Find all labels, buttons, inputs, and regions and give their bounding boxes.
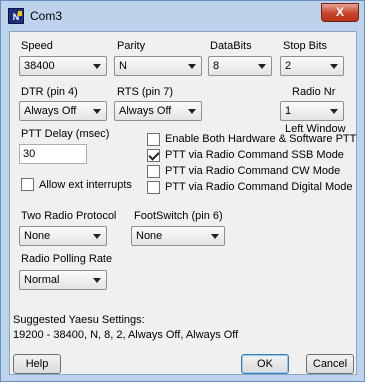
rts-value: Always Off: [119, 105, 172, 117]
option-checkbox-3[interactable]: [147, 181, 160, 194]
suggested-title: Suggested Yaesu Settings:: [13, 314, 145, 326]
polling-label: Radio Polling Rate: [21, 253, 113, 265]
allow-interrupts-checkbox[interactable]: [21, 178, 34, 191]
option-label-3: PTT via Radio Command Digital Mode: [165, 181, 353, 193]
chevron-down-icon: [330, 64, 338, 69]
speed-label: Speed: [21, 40, 53, 52]
parity-label: Parity: [117, 40, 146, 52]
title-bar: N Com3 X: [1, 1, 364, 31]
rts-select[interactable]: Always Off: [114, 101, 202, 121]
speed-select[interactable]: 38400: [19, 56, 107, 76]
speed-value: 38400: [24, 60, 55, 72]
window-title: Com3: [30, 9, 63, 23]
dtr-label: DTR (pin 4): [21, 86, 78, 98]
footswitch-select[interactable]: None: [131, 226, 225, 246]
option-checkbox-1[interactable]: [147, 149, 160, 162]
two-radio-value: None: [24, 230, 51, 242]
databits-value: 8: [213, 60, 220, 72]
dtr-select[interactable]: Always Off: [19, 101, 107, 121]
two-radio-label: Two Radio Protocol: [21, 210, 117, 222]
radio-nr-label: Radio Nr: [292, 86, 336, 98]
databits-select[interactable]: 8: [208, 56, 272, 76]
parity-select[interactable]: N: [114, 56, 202, 76]
option-label-1: PTT via Radio Command SSB Mode: [165, 149, 344, 161]
databits-label: DataBits: [210, 40, 252, 52]
polling-select[interactable]: Normal: [19, 270, 107, 290]
chevron-down-icon: [93, 278, 101, 283]
chevron-down-icon: [93, 234, 101, 239]
cancel-button[interactable]: Cancel: [306, 354, 354, 374]
ok-button[interactable]: OK: [241, 354, 289, 374]
radio-nr-value: 1: [285, 105, 292, 117]
com-settings-window: N Com3 X Speed 38400 Parity N DataBits 8…: [0, 0, 365, 382]
chevron-down-icon: [258, 64, 266, 69]
ptt-delay-label: PTT Delay (msec): [21, 128, 110, 140]
chevron-down-icon: [93, 64, 101, 69]
rts-label: RTS (pin 7): [117, 86, 174, 98]
chevron-down-icon: [188, 64, 196, 69]
dialog-body: Speed 38400 Parity N DataBits 8 Stop Bit…: [9, 31, 357, 375]
option-label-0: Enable Both Hardware & Software PTT: [165, 133, 357, 145]
suggested-text: 19200 - 38400, N, 8, 2, Always Off, Alwa…: [13, 329, 239, 341]
parity-value: N: [119, 60, 127, 72]
two-radio-select[interactable]: None: [19, 226, 107, 246]
chevron-down-icon: [330, 109, 338, 114]
ptt-delay-input[interactable]: 30: [19, 144, 87, 164]
footswitch-label: FootSwitch (pin 6): [134, 210, 223, 222]
radio-nr-select[interactable]: 1: [280, 101, 344, 121]
chevron-down-icon: [211, 234, 219, 239]
option-checkbox-0[interactable]: [147, 133, 160, 146]
help-button[interactable]: Help: [13, 354, 61, 374]
chevron-down-icon: [188, 109, 196, 114]
dtr-value: Always Off: [24, 105, 77, 117]
option-label-2: PTT via Radio Command CW Mode: [165, 165, 341, 177]
ptt-delay-value: 30: [23, 148, 36, 160]
stopbits-label: Stop Bits: [283, 40, 328, 52]
stopbits-select[interactable]: 2: [280, 56, 344, 76]
close-button[interactable]: X: [321, 3, 359, 22]
footswitch-value: None: [136, 230, 163, 242]
chevron-down-icon: [93, 109, 101, 114]
polling-value: Normal: [24, 274, 60, 286]
option-checkbox-2[interactable]: [147, 165, 160, 178]
allow-interrupts-label: Allow ext interrupts: [39, 179, 132, 191]
stopbits-value: 2: [285, 60, 292, 72]
app-logo-icon: N: [8, 8, 24, 24]
